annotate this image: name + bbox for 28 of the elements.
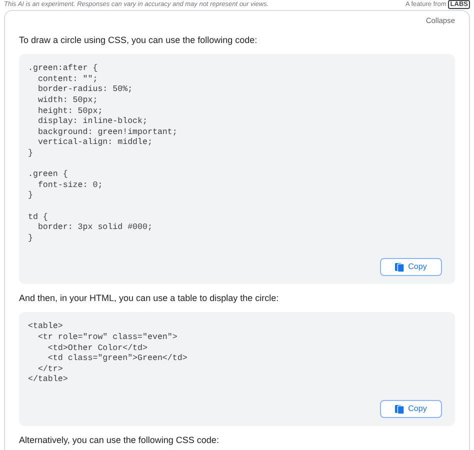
answer-text: Alternatively, you can use the following CSS code: (19, 434, 220, 446)
code-line: } (28, 191, 33, 202)
code-line: background: green!important; (36, 128, 178, 138)
code-line: <td>Other Color</td> (46, 344, 148, 354)
code-line: vertical-align: middle; (36, 138, 152, 149)
code-line: display: inline-block; (36, 117, 148, 128)
code-line: border-radius: 50%; (36, 85, 133, 96)
code-line: } (28, 149, 33, 160)
code-line: .green { (28, 170, 68, 181)
code-line: <td class="green">Green</td> (46, 354, 188, 365)
code-line: border: 3px solid #000; (36, 223, 152, 234)
answer-text: To draw a circle using CSS, you can use the following code: (19, 34, 258, 46)
clipboard-icon (395, 404, 404, 414)
code-line: } (28, 234, 33, 244)
code-line: .green:after { (28, 64, 98, 75)
code-line: height: 50px; (36, 106, 103, 117)
code-line: font-size: 0; (36, 180, 103, 192)
code-line: <tr role="row" class="even"> (36, 332, 178, 344)
code-line: </tr> (36, 364, 63, 375)
code-line: td { (28, 212, 48, 223)
code-line: content: ""; (36, 74, 98, 85)
copy-button[interactable]: Copy (380, 258, 442, 276)
code-line: width: 50px; (36, 96, 98, 107)
copy-button[interactable]: Copy (380, 400, 442, 418)
answer-text: And then, in your HTML, you can use a table to display the circle: (19, 292, 280, 304)
clipboard-icon (395, 262, 404, 272)
code-line: <table> (28, 322, 63, 333)
code-line: </table> (28, 375, 68, 386)
